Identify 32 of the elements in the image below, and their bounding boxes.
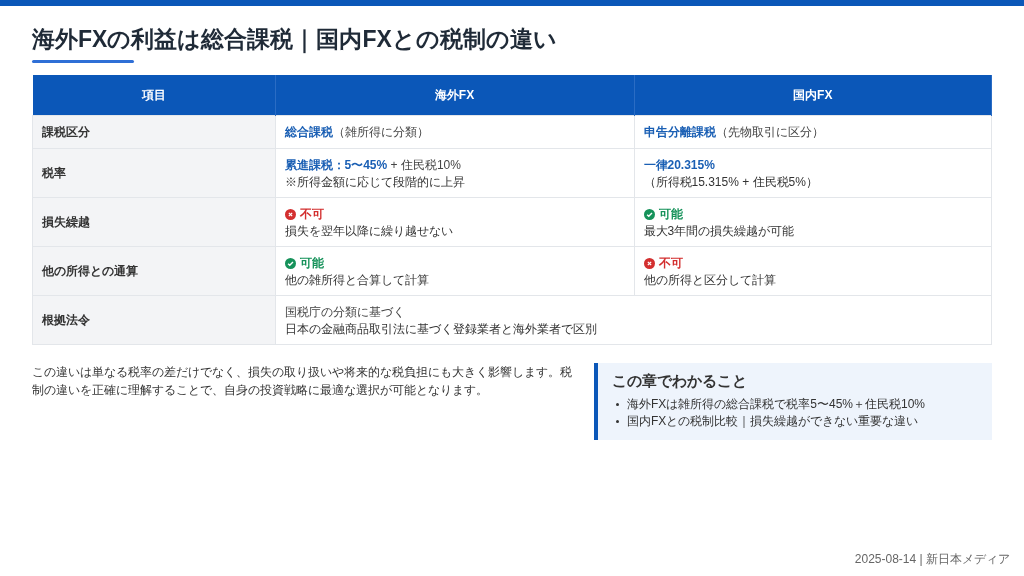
status-text: 可能 bbox=[658, 206, 683, 222]
cell-text: 累進課税：5〜45% + 住民税10% bbox=[284, 157, 462, 173]
bullet-icon bbox=[616, 420, 619, 423]
cell-text: 総合課税（雑所得に分類） bbox=[284, 124, 430, 140]
summary-item: 海外FXは雑所得の総合課税で税率5〜45%＋住民税10% bbox=[627, 396, 926, 413]
summary-heading: この章でわかること bbox=[612, 372, 748, 391]
cell-text: 一律20.315% bbox=[643, 157, 716, 173]
page-title: 海外FXの利益は総合課税｜国内FXとの税制の違い bbox=[32, 25, 558, 54]
cell-note: ※所得金額に応じて段階的に上昇 bbox=[284, 175, 466, 189]
cell-note: 他の雑所得と合算して計算 bbox=[284, 273, 430, 287]
body-paragraph: この違いは単なる税率の差だけでなく、損失の取り扱いや将来的な税負担にも大きく影響します。税制の違いを正確に理解することで、自身の投資戦略に最適な選択が可能となります。 bbox=[32, 364, 573, 399]
status-text: 不可 bbox=[658, 255, 683, 271]
footer-text: 2025-08-14 | 新日本メディア bbox=[854, 551, 1010, 568]
cell-text: 国税庁の分類に基づく bbox=[284, 304, 406, 320]
column-header: 国内FX bbox=[634, 75, 992, 116]
cell-note: 日本の金融商品取引法に基づく登録業者と海外業者で区別 bbox=[284, 322, 598, 336]
cell-note: 損失を翌年以降に繰り越せない bbox=[284, 224, 454, 238]
cell-note: 他の所得と区分して計算 bbox=[643, 273, 777, 287]
row-label: 課税区分 bbox=[32, 115, 275, 149]
summary-item: 国内FXとの税制比較｜損失繰越ができない重要な違い bbox=[627, 413, 919, 430]
cell-note: （所得税15.315% + 住民税5%） bbox=[643, 175, 819, 189]
column-header: 海外FX bbox=[275, 75, 634, 116]
cell-text: 申告分離課税（先物取引に区分） bbox=[643, 124, 825, 140]
status-text: 不可 bbox=[299, 206, 324, 222]
bullet-icon bbox=[616, 403, 619, 406]
cell-note: 最大3年間の損失繰越が可能 bbox=[643, 224, 796, 238]
row-label: 税率 bbox=[32, 148, 275, 198]
row-label: 損失繰越 bbox=[32, 197, 275, 247]
status-text: 可能 bbox=[299, 255, 324, 271]
row-label: 他の所得との通算 bbox=[32, 246, 275, 296]
column-header: 項目 bbox=[32, 75, 275, 116]
row-label: 根拠法令 bbox=[32, 295, 275, 345]
